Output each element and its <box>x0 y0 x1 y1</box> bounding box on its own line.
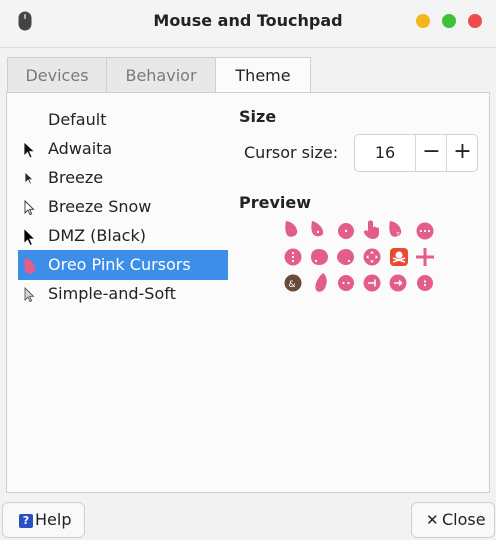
cursor-size-value[interactable]: 16 <box>355 135 415 171</box>
pointer-right-icon <box>311 221 324 237</box>
progress-icon <box>416 222 434 240</box>
pirate-icon <box>390 248 408 266</box>
theme-label: Oreo Pink Cursors <box>48 255 191 274</box>
close-window-button[interactable] <box>468 14 482 28</box>
theme-label: Simple-and-Soft <box>48 284 176 303</box>
resize-left-icon <box>363 274 381 292</box>
list-item[interactable]: Adwaita <box>18 134 228 164</box>
black-arrow-icon <box>23 141 36 159</box>
help-label: Help <box>35 510 72 529</box>
theme-label: DMZ (Black) <box>48 226 146 245</box>
increase-button[interactable]: + <box>446 135 478 171</box>
small-dot-icon <box>417 275 433 291</box>
theme-label: Breeze Snow <box>48 197 152 216</box>
title-bar: Mouse and Touchpad <box>0 0 496 44</box>
pointer-icon <box>285 221 298 237</box>
list-item[interactable]: Oreo Pink Cursors <box>18 250 228 280</box>
svg-text:?: ? <box>396 231 400 239</box>
cursor-size-label: Cursor size: <box>244 143 339 162</box>
decrease-button[interactable]: − <box>415 135 447 171</box>
minimize-button[interactable] <box>416 14 430 28</box>
move-icon <box>363 248 381 266</box>
tab-behavior[interactable]: Behavior <box>106 57 216 93</box>
cursor-preview-grid: ? & <box>284 220 434 292</box>
pen-icon <box>315 273 327 292</box>
theme-label: Breeze <box>48 168 104 187</box>
close-label: Close <box>442 510 486 529</box>
not-allowed-icon: & <box>284 274 302 292</box>
theme-label: Adwaita <box>48 139 113 158</box>
close-button[interactable]: ✕ Close <box>411 502 495 538</box>
help-icon: ? <box>19 514 33 528</box>
black-arrow-icon <box>23 228 36 246</box>
crosshair-icon <box>416 248 434 266</box>
list-item[interactable]: Simple-and-Soft <box>18 279 228 309</box>
gray-arrow-icon <box>24 286 35 303</box>
vertical-dots-icon <box>284 248 302 266</box>
theme-label: Default <box>48 110 107 129</box>
pink-cursor-icon <box>24 258 36 274</box>
dark-arrow-icon <box>24 171 35 185</box>
help-button[interactable]: ? Help <box>2 502 85 538</box>
resize-right-icon <box>389 274 407 292</box>
list-item[interactable]: Breeze Snow <box>18 192 228 222</box>
dot-icon <box>338 223 354 239</box>
title-separator <box>0 47 496 48</box>
hand-icon <box>364 220 379 239</box>
list-item[interactable]: Breeze <box>18 163 228 193</box>
svg-text:&: & <box>289 280 296 290</box>
close-icon: ✕ <box>426 511 439 529</box>
h-dots-icon <box>338 275 354 291</box>
help-icon: ? <box>389 221 402 239</box>
tab-theme[interactable]: Theme <box>215 57 311 94</box>
tab-devices[interactable]: Devices <box>7 57 107 93</box>
list-item[interactable]: Default <box>18 105 228 135</box>
white-arrow-icon <box>24 199 35 216</box>
cursor-size-spinbox[interactable]: 16 − + <box>354 134 478 172</box>
preview-heading: Preview <box>239 193 312 212</box>
maximize-button[interactable] <box>442 14 456 28</box>
size-heading: Size <box>239 107 277 126</box>
list-item[interactable]: DMZ (Black) <box>18 221 228 251</box>
drop-icon <box>311 249 328 265</box>
corner-icon <box>337 249 354 265</box>
